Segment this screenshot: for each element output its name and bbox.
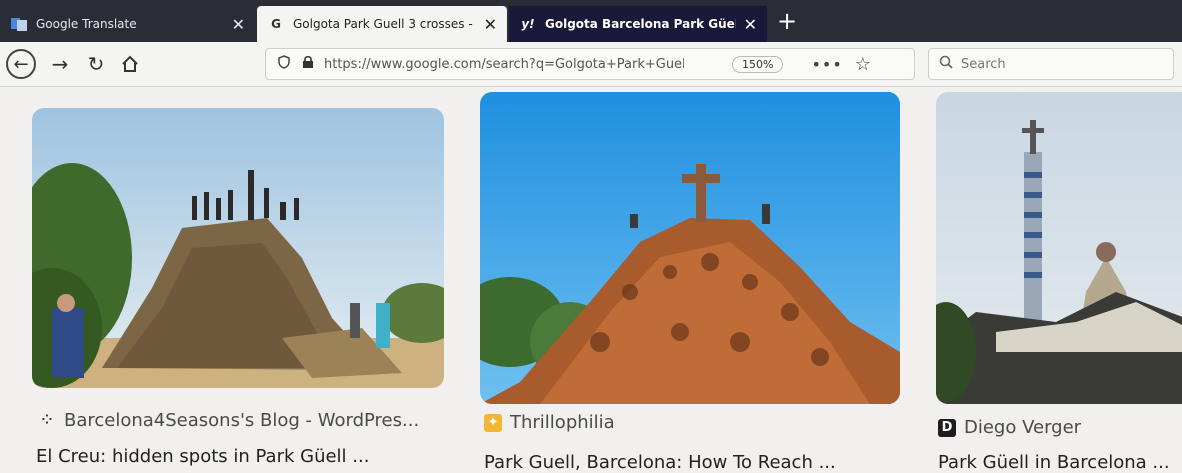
result-thumbnail[interactable]	[32, 108, 444, 388]
search-icon	[939, 55, 953, 73]
home-button[interactable]	[114, 48, 146, 80]
result-caption[interactable]: Park Guell, Barcelona: How To Reach ...	[484, 452, 836, 473]
google-g-icon: G	[271, 17, 281, 31]
search-input[interactable]: Search	[928, 48, 1174, 80]
search-placeholder: Search	[961, 56, 1006, 72]
result-source[interactable]: D Diego Verger	[938, 417, 1081, 438]
result-thumbnail[interactable]	[936, 92, 1182, 404]
image-result-card[interactable]: ✦ Thrillophilia Park Guell, Barcelona: H…	[470, 86, 910, 473]
d-logo-icon: D	[938, 418, 956, 437]
home-icon	[122, 55, 138, 72]
result-caption[interactable]: El Creu: hidden spots in Park Güell ...	[36, 446, 369, 467]
tab-strip: Google Translate ✕ G Golgota Park Guell …	[0, 0, 1182, 42]
new-tab-button[interactable]: +	[772, 6, 802, 36]
bookmark-star-icon[interactable]: ☆	[855, 54, 871, 75]
url-text[interactable]: https://www.google.com/search?q=Golgota+…	[324, 57, 684, 72]
close-icon[interactable]: ✕	[484, 15, 497, 34]
forward-button[interactable]: →	[44, 48, 76, 80]
image-result-card[interactable]: D Diego Verger Park Güell in Barcelona .…	[920, 86, 1182, 473]
tab-golgota-yahoo[interactable]: y! Golgota Barcelona Park Güell ✕	[509, 6, 767, 42]
source-label: Thrillophilia	[510, 412, 615, 433]
close-icon[interactable]: ✕	[744, 15, 757, 34]
source-label: Diego Verger	[964, 417, 1082, 438]
address-bar[interactable]: https://www.google.com/search?q=Golgota+…	[265, 48, 915, 80]
lock-icon[interactable]	[302, 55, 314, 73]
result-caption[interactable]: Park Güell in Barcelona ...	[938, 452, 1170, 473]
thrillophilia-icon: ✦	[484, 413, 502, 432]
shield-icon[interactable]	[278, 55, 290, 73]
page-actions-icon[interactable]: •••	[811, 55, 842, 74]
navigation-bar: ← → ↻ https://www.google.com/search?q=Go…	[0, 42, 1182, 87]
image-result-card[interactable]: ⁘ Barcelona4Seasons's Blog - WordPres...…	[0, 86, 460, 468]
google-translate-icon	[10, 16, 28, 32]
zoom-level-button[interactable]: 150%	[732, 55, 784, 73]
reload-button[interactable]: ↻	[80, 48, 112, 80]
tab-title: Google Translate	[36, 17, 137, 31]
result-source[interactable]: ⁘ Barcelona4Seasons's Blog - WordPres...	[38, 410, 420, 431]
back-button[interactable]: ←	[6, 49, 36, 79]
result-source[interactable]: ✦ Thrillophilia	[484, 412, 615, 433]
close-icon[interactable]: ✕	[232, 15, 245, 34]
tab-title: Golgota Barcelona Park Güell	[545, 17, 736, 31]
tab-title: Golgota Park Guell 3 crosses -	[293, 17, 473, 31]
dots-grid-icon: ⁘	[41, 413, 53, 428]
tab-google-translate[interactable]: Google Translate ✕	[0, 6, 255, 42]
source-label: Barcelona4Seasons's Blog - WordPres...	[64, 410, 420, 431]
tab-golgota-search[interactable]: G Golgota Park Guell 3 crosses - ✕	[257, 6, 507, 42]
yahoo-y-icon: y!	[521, 17, 535, 31]
result-thumbnail[interactable]	[480, 92, 900, 404]
